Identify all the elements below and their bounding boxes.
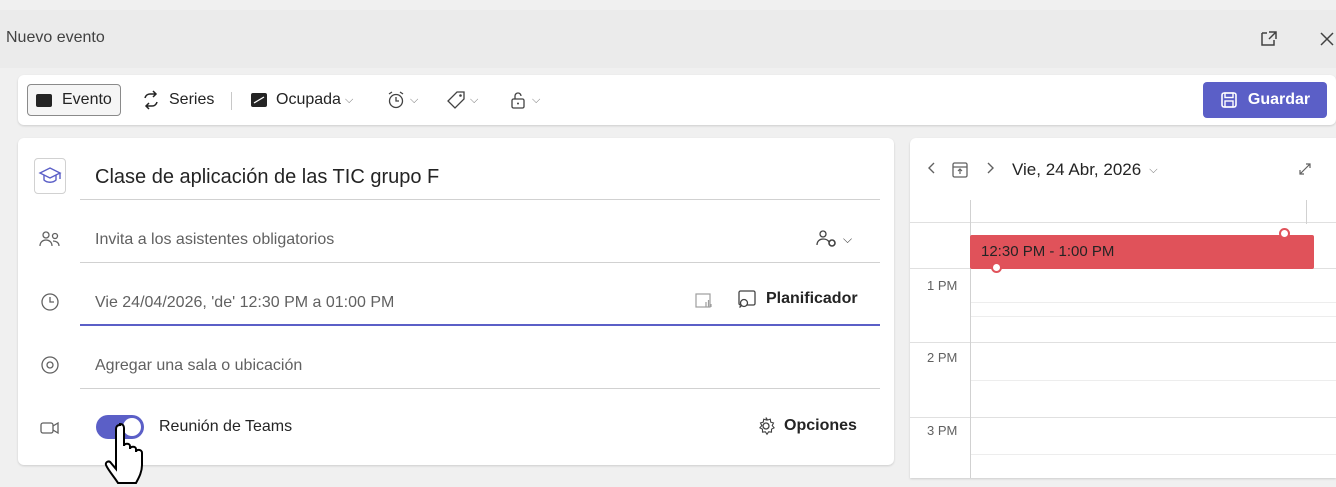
title-bar: Nuevo evento bbox=[0, 10, 1336, 68]
series-button[interactable]: Series bbox=[141, 84, 214, 116]
people-icon bbox=[39, 231, 60, 247]
chevron-left-icon bbox=[928, 162, 935, 174]
scheduler-label: Planificador bbox=[766, 290, 858, 307]
scheduler-button[interactable]: Planificador bbox=[736, 288, 858, 310]
busy-status-dropdown[interactable]: Ocupada ⌵ bbox=[250, 84, 353, 116]
datetime-input[interactable]: Vie 24/04/2026, 'de' 12:30 PM a 01:00 PM bbox=[95, 294, 394, 312]
event-form: Clase de aplicación de las TIC grupo F I… bbox=[18, 138, 894, 465]
attendees-input[interactable]: Invita a los asistentes obligatorios bbox=[95, 231, 334, 249]
calendar-pane: Vie, 24 Abr, 2026 ⌵ 1 PM 2 PM 3 PM 12:30… bbox=[910, 138, 1336, 478]
scheduler-icon bbox=[738, 290, 756, 308]
half-hour-line bbox=[970, 316, 1336, 317]
close-icon[interactable] bbox=[1316, 28, 1336, 50]
video-camera-icon bbox=[40, 421, 59, 435]
alarm-clock-icon bbox=[388, 91, 404, 109]
chevron-down-icon: ⌵ bbox=[1149, 163, 1158, 176]
divider bbox=[80, 199, 880, 200]
next-day-button[interactable] bbox=[984, 160, 996, 176]
calendar-today-icon bbox=[952, 162, 968, 178]
calendar-grid-icon[interactable] bbox=[695, 292, 713, 310]
category-dropdown[interactable]: ⌵ bbox=[446, 84, 478, 116]
resize-handle-bottom[interactable] bbox=[991, 262, 1002, 273]
teams-meeting-label: Reunión de Teams bbox=[159, 418, 293, 435]
location-icon bbox=[41, 356, 59, 374]
clock-icon bbox=[41, 293, 59, 311]
reminder-dropdown[interactable]: ⌵ bbox=[386, 84, 418, 116]
hand-pointer-cursor bbox=[104, 422, 143, 484]
calendar-event-block[interactable]: 12:30 PM - 1:00 PM bbox=[970, 228, 1314, 273]
evento-label: Evento bbox=[62, 91, 112, 108]
event-type-icon[interactable] bbox=[34, 158, 66, 194]
half-hour-line bbox=[970, 302, 1336, 303]
divider bbox=[80, 262, 880, 263]
hour-line bbox=[910, 342, 1336, 343]
people-settings-icon bbox=[816, 230, 836, 247]
calendar-icon bbox=[36, 93, 52, 107]
attendee-options-button[interactable]: ⌵ bbox=[815, 227, 852, 251]
series-label: Series bbox=[169, 91, 215, 108]
unlock-icon bbox=[511, 92, 525, 109]
tag-icon bbox=[447, 91, 465, 109]
save-icon bbox=[1221, 92, 1237, 108]
half-hour-line bbox=[970, 380, 1336, 381]
popout-icon[interactable] bbox=[1258, 28, 1280, 50]
location-input[interactable]: Agregar una sala o ubicación bbox=[95, 357, 302, 375]
calendar-date-label: Vie, 24 Abr, 2026 bbox=[1012, 160, 1142, 179]
chevron-right-icon bbox=[987, 162, 994, 174]
half-hour-line bbox=[970, 454, 1336, 455]
hour-label: 1 PM bbox=[927, 278, 958, 293]
busy-status-label: Ocupada bbox=[276, 91, 341, 108]
event-time-label: 12:30 PM - 1:00 PM bbox=[981, 243, 1115, 260]
chevron-down-icon: ⌵ bbox=[843, 231, 853, 246]
chevron-down-icon: ⌵ bbox=[344, 93, 354, 106]
privacy-dropdown[interactable]: ⌵ bbox=[508, 84, 540, 116]
graduation-cap-icon bbox=[38, 167, 62, 183]
toolbar: Evento Series Ocupada ⌵ ⌵ ⌵ ⌵ Guardar bbox=[18, 75, 1336, 125]
save-label: Guardar bbox=[1247, 91, 1311, 108]
hour-label: 2 PM bbox=[927, 350, 958, 365]
hour-line bbox=[910, 417, 1336, 418]
toolbar-divider bbox=[231, 92, 232, 110]
today-button[interactable] bbox=[950, 160, 970, 180]
date-picker[interactable]: Vie, 24 Abr, 2026 ⌵ bbox=[1012, 160, 1158, 180]
repeat-icon bbox=[144, 90, 158, 110]
chevron-down-icon: ⌵ bbox=[532, 93, 541, 106]
chevron-down-icon: ⌵ bbox=[410, 93, 419, 106]
divider bbox=[80, 388, 880, 389]
prev-day-button[interactable] bbox=[926, 160, 938, 176]
resize-handle-top[interactable] bbox=[1279, 228, 1290, 239]
window-title: Nuevo evento bbox=[6, 29, 105, 46]
column-line bbox=[1306, 200, 1307, 224]
busy-status-icon bbox=[251, 93, 267, 107]
expand-icon[interactable] bbox=[1298, 162, 1312, 176]
chevron-down-icon: ⌵ bbox=[470, 93, 479, 106]
hour-label: 3 PM bbox=[927, 423, 958, 438]
time-divider bbox=[910, 222, 1336, 223]
active-field-underline bbox=[80, 324, 880, 326]
event-title-input[interactable]: Clase de aplicación de las TIC grupo F bbox=[95, 166, 439, 189]
evento-button[interactable]: Evento bbox=[27, 84, 121, 116]
options-button[interactable]: Opciones bbox=[756, 416, 857, 436]
save-button[interactable]: Guardar bbox=[1203, 82, 1327, 118]
gear-icon bbox=[759, 417, 775, 436]
options-label: Opciones bbox=[784, 417, 857, 434]
